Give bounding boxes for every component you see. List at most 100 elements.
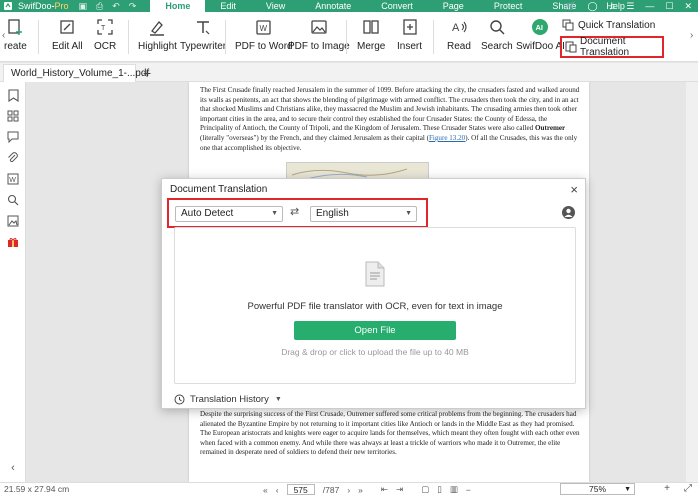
create-button[interactable]: reate (4, 16, 27, 52)
menu-annotate[interactable]: Annotate (300, 0, 366, 12)
minimize-icon[interactable]: — (645, 1, 654, 11)
svg-text:A: A (452, 22, 460, 34)
dialog-description: Powerful PDF file translator with OCR, e… (247, 301, 503, 312)
undo-icon[interactable]: ↶ (112, 1, 120, 12)
cart-icon[interactable]: 🛒 (565, 1, 576, 12)
vertical-scrollbar[interactable] (686, 82, 698, 482)
pdf-to-word-icon: W (253, 16, 275, 38)
read-button[interactable]: A Read (447, 16, 471, 52)
fit-page-icon[interactable]: ▢ (421, 484, 429, 495)
status-right-controls: + ⤢ (664, 483, 692, 494)
account-avatar-icon[interactable] (562, 206, 575, 219)
insert-icon (399, 16, 421, 38)
merge-button[interactable]: Merge (357, 16, 385, 52)
document-translation-button[interactable]: Document Translation (560, 36, 664, 58)
document-tab[interactable]: World_History_Volume_1-...pdf (3, 64, 149, 82)
pdf-to-word-button[interactable]: W PDF to Word (235, 16, 293, 52)
menu-page[interactable]: Page (428, 0, 479, 12)
zoom-select[interactable]: 75% ▼ (560, 483, 635, 495)
ribbon-separator (38, 20, 39, 54)
edit-all-button[interactable]: Edit All (52, 16, 83, 52)
menu-view[interactable]: View (251, 0, 300, 12)
two-page-icon[interactable]: ▥ (450, 484, 458, 495)
document-translation-dialog: Document Translation × Auto Detect ▼ ⇄ E… (161, 178, 586, 409)
bookmark-icon[interactable] (6, 88, 20, 102)
close-icon[interactable]: ✕ (684, 1, 692, 12)
next-page-icon[interactable]: › (347, 485, 350, 495)
document-tab-bar: World_History_Volume_1-...pdf + (0, 63, 698, 82)
zoom-out-icon[interactable]: − (466, 485, 471, 495)
single-page-icon[interactable]: ▯ (437, 484, 442, 495)
svg-text:W: W (9, 177, 16, 184)
prev-page-icon[interactable]: ‹ (276, 485, 279, 495)
ai-icon: AI (529, 16, 551, 38)
page-paragraph-2: Despite the surprising success of the Fi… (200, 410, 580, 457)
pdf-to-image-button[interactable]: PDF to Image (288, 16, 350, 52)
figure-link[interactable]: Figure 13.20 (429, 134, 465, 142)
source-language-select[interactable]: Auto Detect ▼ (175, 206, 283, 222)
highlight-icon (146, 16, 168, 38)
app-name: SwifDoo-Pro (18, 1, 69, 11)
quick-translation-button[interactable]: Quick Translation (562, 19, 655, 31)
swap-languages-button[interactable]: ⇄ (290, 205, 299, 218)
gift-icon[interactable] (6, 235, 20, 249)
user-icon[interactable]: ◯ (587, 1, 597, 12)
print-icon[interactable]: ⎙ (96, 1, 103, 12)
title-bar: SwifDoo-Pro ▣ ⎙ ↶ ↷ Home Edit View Annot… (0, 0, 698, 12)
first-page-icon[interactable]: « (263, 485, 268, 495)
page-navigation: « ‹ 575 /787 › » ⇤ ⇥ ▢ ▯ ▥ − (263, 484, 471, 495)
zoom-in-icon[interactable]: + (664, 483, 670, 494)
window-controls: 🛒 ◯ ♫ ☰ — ☐ ✕ (565, 0, 698, 12)
comment-icon[interactable] (6, 130, 20, 144)
ribbon-scroll-right-icon[interactable]: › (690, 30, 693, 41)
menu-icon[interactable]: ☰ (626, 1, 634, 12)
search-sidebar-icon[interactable] (6, 193, 20, 207)
app-logo-icon (2, 1, 14, 11)
history-icon (174, 394, 185, 405)
save-icon[interactable]: ▣ (79, 1, 88, 12)
attachment-icon[interactable] (6, 151, 20, 165)
pdf-to-image-icon (308, 16, 330, 38)
ribbon-toolbar: ‹ reate Edit All T OCR Highlight Typewri… (0, 12, 698, 62)
search-icon (486, 16, 508, 38)
ribbon-separator (346, 20, 347, 54)
last-page-icon[interactable]: » (358, 485, 363, 495)
ribbon-separator (128, 20, 129, 54)
highlight-button[interactable]: Highlight (138, 16, 177, 52)
chevron-down-icon: ▼ (405, 210, 412, 217)
maximize-icon[interactable]: ☐ (665, 1, 673, 12)
menu-protect[interactable]: Protect (479, 0, 538, 12)
map-figure (286, 162, 429, 180)
translation-history-button[interactable]: Translation History ▼ (174, 394, 282, 405)
image-icon[interactable] (6, 214, 20, 228)
chevron-down-icon: ▼ (271, 210, 278, 217)
menu-edit[interactable]: Edit (205, 0, 251, 12)
translate-icon (562, 19, 574, 31)
file-drop-zone[interactable]: Powerful PDF file translator with OCR, e… (174, 227, 576, 384)
collapse-sidebar-icon[interactable]: ‹ (6, 461, 20, 475)
page-paragraph-1: The First Crusade finally reached Jerusa… (200, 86, 580, 152)
fullscreen-icon[interactable]: ⤢ (684, 483, 692, 494)
redo-icon[interactable]: ↷ (129, 1, 137, 12)
drag-drop-hint: Drag & drop or click to upload the file … (281, 347, 469, 357)
search-button[interactable]: Search (481, 16, 513, 52)
typewriter-icon (192, 16, 214, 38)
page-number-input[interactable]: 575 (286, 484, 315, 495)
forward-view-icon[interactable]: ⇥ (396, 484, 403, 495)
bell-icon[interactable]: ♫ (609, 1, 616, 11)
swifdoo-ai-button[interactable]: AI SwifDoo AI (516, 16, 565, 52)
read-icon: A (448, 16, 470, 38)
back-view-icon[interactable]: ⇤ (381, 484, 388, 495)
ocr-button[interactable]: T OCR (94, 16, 116, 52)
new-tab-button[interactable]: + (143, 65, 151, 81)
typewriter-button[interactable]: Typewriter (180, 16, 226, 52)
thumbnails-icon[interactable] (6, 109, 20, 123)
menu-home[interactable]: Home (150, 0, 206, 12)
menu-convert[interactable]: Convert (366, 0, 428, 12)
word-icon[interactable]: W (6, 172, 20, 186)
target-language-select[interactable]: English ▼ (310, 206, 417, 222)
open-file-button[interactable]: Open File (294, 321, 456, 340)
insert-button[interactable]: Insert (397, 16, 422, 52)
close-dialog-button[interactable]: × (570, 182, 578, 197)
merge-icon (360, 16, 382, 38)
